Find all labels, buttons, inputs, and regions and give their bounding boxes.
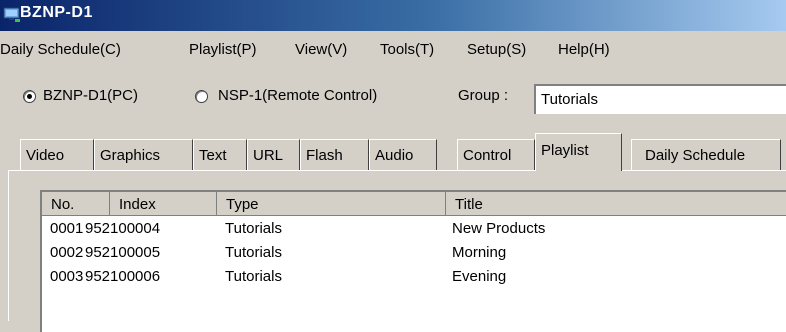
radio-remote-control-label: NSP-1(Remote Control) [218,87,378,104]
cell-title: Evening [452,268,507,285]
group-value: Tutorials [541,91,598,108]
cell-type: Tutorials [225,268,282,285]
tab-playlist[interactable]: Playlist [535,133,622,171]
cell-index: 952100005 [85,244,161,261]
tab-url[interactable]: URL [247,139,300,171]
tab-daily-schedule[interactable]: Daily Schedule [631,139,781,171]
tab-graphics[interactable]: Graphics [94,139,193,171]
menu-daily-schedule[interactable]: Daily Schedule(C) [0,41,121,58]
group-label: Group : [458,87,509,104]
radio-remote-control[interactable] [195,90,208,103]
cell-no: 0002 [50,244,84,261]
tab-video[interactable]: Video [20,139,94,171]
cell-no: 0003 [50,268,84,285]
mode-selector: BZNP-D1(PC) NSP-1(Remote Control) Group … [0,69,786,121]
tab-audio[interactable]: Audio [369,139,437,171]
column-header-title[interactable]: Title [446,192,786,216]
cell-index: 952100006 [85,268,161,285]
menu-setup[interactable]: Setup(S) [467,41,526,58]
cell-index: 952100004 [85,220,161,237]
column-header-type[interactable]: Type [217,192,446,216]
tab-flash[interactable]: Flash [300,139,369,171]
group-input[interactable]: Tutorials [534,84,786,114]
cell-title: New Products [452,220,546,237]
tab-text[interactable]: Text [193,139,247,171]
cell-type: Tutorials [225,220,282,237]
playlist-table[interactable]: No. Index Type Title 0001 952100004 Tuto… [40,190,786,332]
window-title: BZNP-D1 [20,4,93,21]
column-header-no[interactable]: No. [42,192,110,216]
menu-help[interactable]: Help(H) [558,41,610,58]
tab-bar: Video Graphics Text URL Flash Audio Cont… [0,121,786,171]
tab-control[interactable]: Control [457,139,535,171]
title-bar: BZNP-D1 [0,0,786,31]
radio-local-pc-label: BZNP-D1(PC) [43,87,139,104]
menu-tools[interactable]: Tools(T) [380,41,434,58]
menu-bar: Daily Schedule(C) Playlist(P) View(V) To… [0,31,786,69]
app-monitor-icon [3,7,20,22]
cell-no: 0001 [50,220,84,237]
cell-title: Morning [452,244,507,261]
menu-playlist[interactable]: Playlist(P) [189,41,257,58]
radio-local-pc[interactable] [23,90,36,103]
menu-view[interactable]: View(V) [295,41,347,58]
column-header-index[interactable]: Index [110,192,217,216]
cell-type: Tutorials [225,244,282,261]
